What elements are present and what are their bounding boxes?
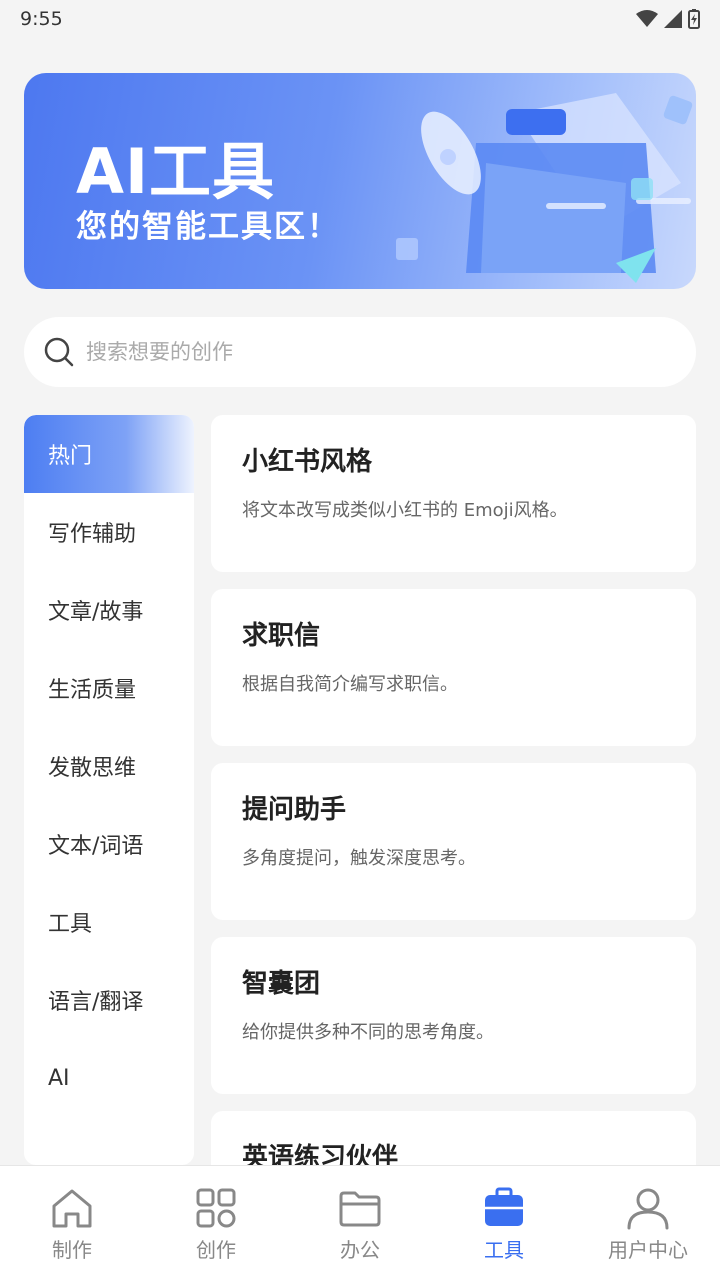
nav-item-tools[interactable]: 工具 [432, 1166, 576, 1280]
status-time: 9:55 [20, 8, 63, 30]
category-item-text[interactable]: 文本/词语 [24, 805, 194, 883]
nav-label: 工具 [484, 1238, 524, 1262]
category-item-tools[interactable]: 工具 [24, 883, 194, 961]
nav-item-office[interactable]: 办公 [288, 1166, 432, 1280]
category-label: 文章/故事 [48, 600, 144, 625]
category-sidebar: 热门 写作辅助 文章/故事 生活质量 发散思维 文本/词语 工具 语言/翻译 A… [24, 415, 194, 1165]
nav-label: 办公 [340, 1238, 380, 1262]
grid-icon [196, 1188, 236, 1228]
category-label: 热门 [48, 444, 93, 469]
wifi-icon [636, 10, 658, 27]
folder-icon [339, 1191, 381, 1227]
category-label: 写作辅助 [48, 522, 137, 547]
category-item-life[interactable]: 生活质量 [24, 649, 194, 727]
bottom-nav: 制作 创作 办公 工具 用户中心 [0, 1165, 720, 1280]
category-item-hot[interactable]: 热门 [24, 415, 194, 493]
category-label: 文本/词语 [48, 834, 144, 859]
category-label: AI [48, 1065, 70, 1091]
tool-description: 将文本改写成类似小红书的 Emoji风格。 [242, 500, 568, 521]
tool-title: 智囊团 [242, 969, 321, 999]
tool-list: 小红书风格 将文本改写成类似小红书的 Emoji风格。 求职信 根据自我简介编写… [211, 415, 696, 1165]
home-icon [52, 1189, 92, 1228]
tool-description: 给你提供多种不同的思考角度。 [242, 1022, 494, 1043]
tool-card-question-assistant[interactable]: 提问助手 多角度提问，触发深度思考。 [211, 763, 696, 920]
category-item-writing[interactable]: 写作辅助 [24, 493, 194, 571]
tool-description: 根据自我简介编写求职信。 [242, 674, 458, 695]
category-item-language[interactable]: 语言/翻译 [24, 961, 194, 1039]
search-bar[interactable] [24, 317, 696, 387]
nav-item-make[interactable]: 制作 [0, 1166, 144, 1280]
search-input[interactable] [86, 340, 646, 364]
category-item-thinking[interactable]: 发散思维 [24, 727, 194, 805]
tool-card-english-partner[interactable]: 英语练习伙伴 [211, 1111, 696, 1165]
category-label: 语言/翻译 [48, 990, 144, 1015]
hero-banner: AI工具 您的智能工具区！ [24, 73, 696, 289]
tool-description: 多角度提问，触发深度思考。 [242, 848, 476, 869]
tool-title: 求职信 [242, 621, 321, 651]
category-label: 工具 [48, 912, 93, 937]
user-icon [627, 1188, 669, 1230]
category-item-ai[interactable]: AI [24, 1039, 194, 1117]
tool-card-cover-letter[interactable]: 求职信 根据自我简介编写求职信。 [211, 589, 696, 746]
rocket-folder-illustration [396, 93, 693, 283]
signal-icon [664, 10, 682, 28]
nav-item-create[interactable]: 创作 [144, 1166, 288, 1280]
category-item-articles[interactable]: 文章/故事 [24, 571, 194, 649]
category-label: 发散思维 [48, 756, 137, 781]
nav-item-user-center[interactable]: 用户中心 [576, 1166, 720, 1280]
status-icons [636, 9, 700, 29]
tool-card-think-tank[interactable]: 智囊团 给你提供多种不同的思考角度。 [211, 937, 696, 1094]
search-icon [44, 337, 74, 367]
banner-subtitle: 您的智能工具区！ [76, 209, 340, 245]
tool-card-xiaohongshu[interactable]: 小红书风格 将文本改写成类似小红书的 Emoji风格。 [211, 415, 696, 572]
tool-title: 小红书风格 [242, 447, 373, 477]
tool-title: 英语练习伙伴 [242, 1143, 399, 1165]
banner-title: AI工具 [76, 135, 276, 208]
status-bar: 9:55 [0, 0, 720, 38]
tool-title: 提问助手 [242, 795, 347, 825]
toolbox-icon [485, 1187, 523, 1226]
battery-icon [688, 9, 700, 29]
category-label: 生活质量 [48, 678, 137, 703]
nav-label: 创作 [196, 1238, 236, 1262]
nav-label: 用户中心 [608, 1238, 688, 1262]
nav-label: 制作 [52, 1238, 92, 1262]
